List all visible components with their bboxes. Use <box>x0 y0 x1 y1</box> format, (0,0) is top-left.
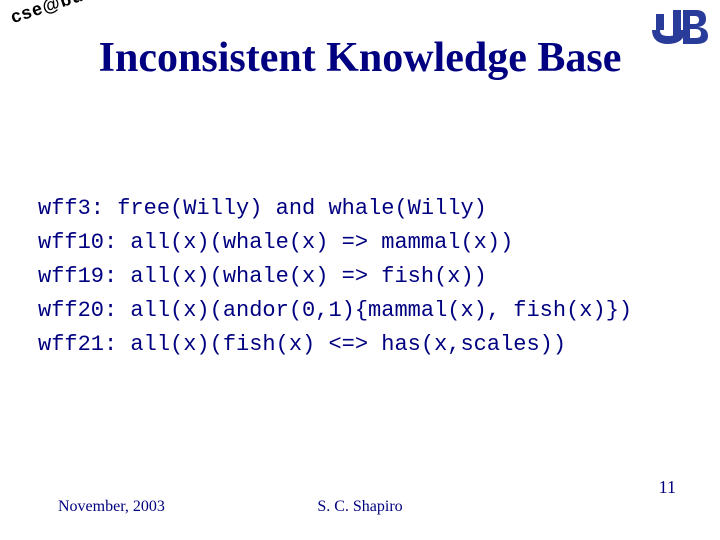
wff-line: wff21: all(x)(fish(x) <=> has(x,scales)) <box>38 332 566 357</box>
slide: cse@buffalo Inconsistent Knowledge Base … <box>0 0 720 540</box>
footer-page-number: 11 <box>659 477 676 498</box>
org-tag: cse@buffalo <box>8 0 127 28</box>
footer-author: S. C. Shapiro <box>0 498 720 516</box>
wff-line: wff20: all(x)(andor(0,1){mammal(x), fish… <box>38 298 632 323</box>
slide-body: wff3: free(Willy) and whale(Willy) wff10… <box>38 158 682 363</box>
wff-line: wff19: all(x)(whale(x) => fish(x)) <box>38 264 487 289</box>
wff-line: wff3: free(Willy) and whale(Willy) <box>38 196 487 221</box>
slide-title: Inconsistent Knowledge Base <box>0 34 720 82</box>
wff-line: wff10: all(x)(whale(x) => mammal(x)) <box>38 230 513 255</box>
